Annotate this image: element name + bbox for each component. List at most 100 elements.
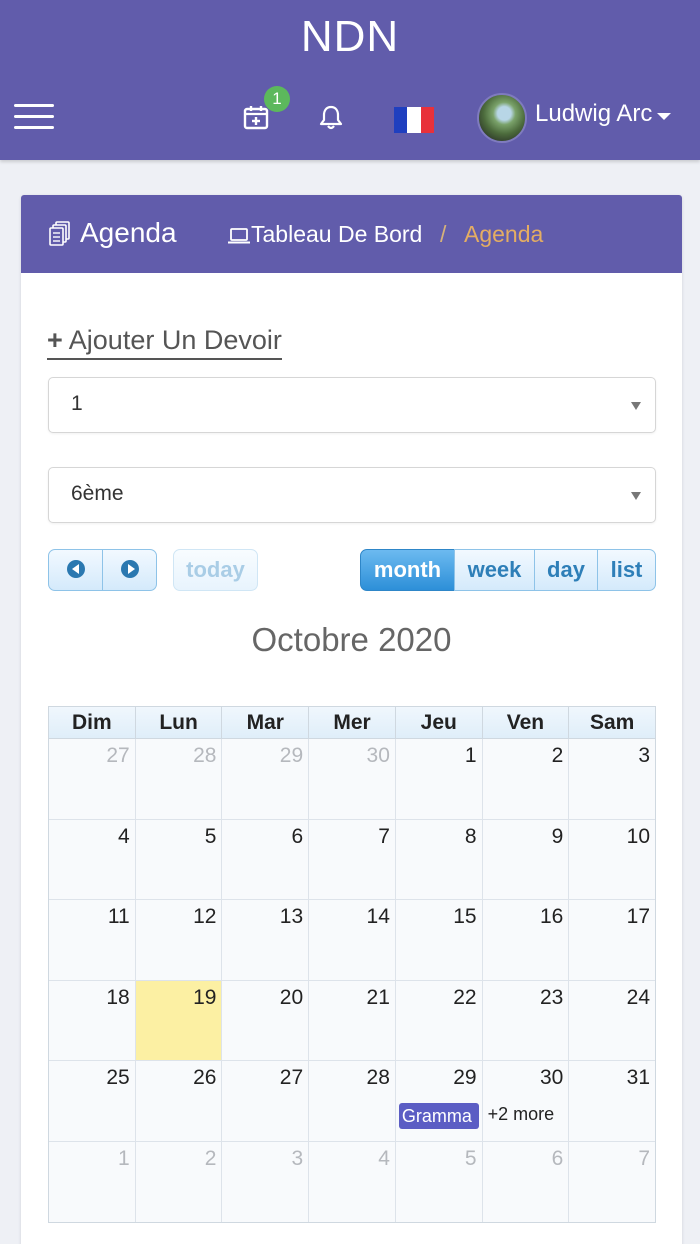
select-period[interactable]: 1 <box>48 377 656 433</box>
day-number[interactable]: 24 <box>627 986 650 1010</box>
day-cell-today[interactable]: 19 <box>135 980 223 1060</box>
day-number[interactable]: 6 <box>552 1147 564 1171</box>
prev-month-button[interactable] <box>48 549 103 591</box>
day-number[interactable]: 26 <box>193 1066 216 1090</box>
day-cell[interactable]: 12 <box>135 900 223 980</box>
calendar-add-icon[interactable] <box>243 104 269 130</box>
day-cell[interactable]: 31 <box>569 1061 656 1141</box>
today-button[interactable]: today <box>173 549 258 591</box>
day-cell[interactable]: 2 <box>135 1141 223 1222</box>
day-cell[interactable]: 5 <box>395 1141 483 1222</box>
day-cell[interactable]: 7 <box>309 819 396 899</box>
day-number[interactable]: 5 <box>205 825 217 849</box>
day-cell[interactable]: 1 <box>395 739 483 819</box>
day-cell[interactable]: 5 <box>135 819 223 899</box>
day-number[interactable]: 7 <box>638 1147 650 1171</box>
day-number[interactable]: 14 <box>367 905 390 929</box>
day-cell[interactable]: 3 <box>569 739 656 819</box>
day-number[interactable]: 28 <box>193 744 216 768</box>
day-number[interactable]: 30 <box>540 1066 563 1090</box>
day-cell[interactable]: 23 <box>482 980 570 1060</box>
menu-icon[interactable] <box>14 104 54 130</box>
view-list-button[interactable]: list <box>597 549 656 591</box>
day-cell[interactable]: 28 <box>309 1061 396 1141</box>
day-number[interactable]: 17 <box>627 905 650 929</box>
day-cell[interactable]: 29 <box>222 739 310 819</box>
day-number[interactable]: 20 <box>280 986 303 1010</box>
day-number[interactable]: 19 <box>193 986 216 1010</box>
day-cell[interactable]: 30 <box>309 739 396 819</box>
view-week-button[interactable]: week <box>454 549 535 591</box>
day-number[interactable]: 21 <box>367 986 390 1010</box>
day-number[interactable]: 15 <box>453 905 476 929</box>
day-number[interactable]: 27 <box>106 744 129 768</box>
day-number[interactable]: 18 <box>106 986 129 1010</box>
day-number[interactable]: 29 <box>453 1066 476 1090</box>
day-cell[interactable]: 8 <box>395 819 483 899</box>
day-cell[interactable]: 25 <box>49 1061 136 1141</box>
day-cell[interactable]: 3 <box>222 1141 310 1222</box>
select-class[interactable]: 6ème <box>48 467 656 523</box>
day-number[interactable]: 7 <box>378 825 390 849</box>
day-cell[interactable]: 7 <box>569 1141 656 1222</box>
day-number[interactable]: 2 <box>205 1147 217 1171</box>
bell-icon[interactable] <box>318 104 344 130</box>
day-cell[interactable]: 2 <box>482 739 570 819</box>
more-events-link[interactable]: +2 more <box>488 1104 555 1125</box>
day-cell[interactable]: 29 Gramma <box>395 1061 483 1141</box>
day-number[interactable]: 8 <box>465 825 477 849</box>
day-number[interactable]: 11 <box>108 905 130 929</box>
day-number[interactable]: 2 <box>552 744 564 768</box>
day-number[interactable]: 3 <box>638 744 650 768</box>
day-number[interactable]: 1 <box>118 1147 130 1171</box>
day-number[interactable]: 1 <box>465 744 477 768</box>
day-number[interactable]: 25 <box>106 1066 129 1090</box>
day-cell[interactable]: 27 <box>49 739 136 819</box>
day-number[interactable]: 23 <box>540 986 563 1010</box>
day-cell[interactable]: 6 <box>482 1141 570 1222</box>
day-cell[interactable]: 1 <box>49 1141 136 1222</box>
day-cell[interactable]: 16 <box>482 900 570 980</box>
day-number[interactable]: 10 <box>627 825 650 849</box>
day-number[interactable]: 4 <box>118 825 130 849</box>
day-cell[interactable]: 11 <box>49 900 136 980</box>
day-number[interactable]: 30 <box>367 744 390 768</box>
day-cell[interactable]: 30 +2 more <box>482 1061 570 1141</box>
next-month-button[interactable] <box>102 549 157 591</box>
breadcrumb-home[interactable]: Tableau De Bord <box>251 221 422 248</box>
day-number[interactable]: 31 <box>627 1066 650 1090</box>
day-cell[interactable]: 4 <box>49 819 136 899</box>
view-day-button[interactable]: day <box>534 549 598 591</box>
day-cell[interactable]: 24 <box>569 980 656 1060</box>
day-cell[interactable]: 26 <box>135 1061 223 1141</box>
day-cell[interactable]: 13 <box>222 900 310 980</box>
day-number[interactable]: 12 <box>193 905 216 929</box>
day-number[interactable]: 13 <box>280 905 303 929</box>
day-cell[interactable]: 6 <box>222 819 310 899</box>
day-cell[interactable]: 22 <box>395 980 483 1060</box>
avatar[interactable] <box>477 93 527 143</box>
day-cell[interactable]: 4 <box>309 1141 396 1222</box>
day-number[interactable]: 16 <box>540 905 563 929</box>
calendar-event[interactable]: Gramma <box>398 1103 479 1129</box>
day-cell[interactable]: 9 <box>482 819 570 899</box>
day-number[interactable]: 6 <box>291 825 303 849</box>
day-cell[interactable]: 18 <box>49 980 136 1060</box>
day-number[interactable]: 22 <box>453 986 476 1010</box>
view-month-button[interactable]: month <box>360 549 455 591</box>
day-number[interactable]: 4 <box>378 1147 390 1171</box>
day-cell[interactable]: 17 <box>569 900 656 980</box>
add-homework-link[interactable]: + Ajouter Un Devoir <box>47 325 282 360</box>
day-cell[interactable]: 20 <box>222 980 310 1060</box>
day-number[interactable]: 5 <box>465 1147 477 1171</box>
day-cell[interactable]: 28 <box>135 739 223 819</box>
day-number[interactable]: 3 <box>291 1147 303 1171</box>
day-number[interactable]: 9 <box>552 825 564 849</box>
day-cell[interactable]: 10 <box>569 819 656 899</box>
day-cell[interactable]: 27 <box>222 1061 310 1141</box>
day-number[interactable]: 28 <box>367 1066 390 1090</box>
day-cell[interactable]: 15 <box>395 900 483 980</box>
french-flag-icon[interactable] <box>394 107 434 133</box>
user-name[interactable]: Ludwig Arc <box>535 100 652 128</box>
day-number[interactable]: 29 <box>280 744 303 768</box>
